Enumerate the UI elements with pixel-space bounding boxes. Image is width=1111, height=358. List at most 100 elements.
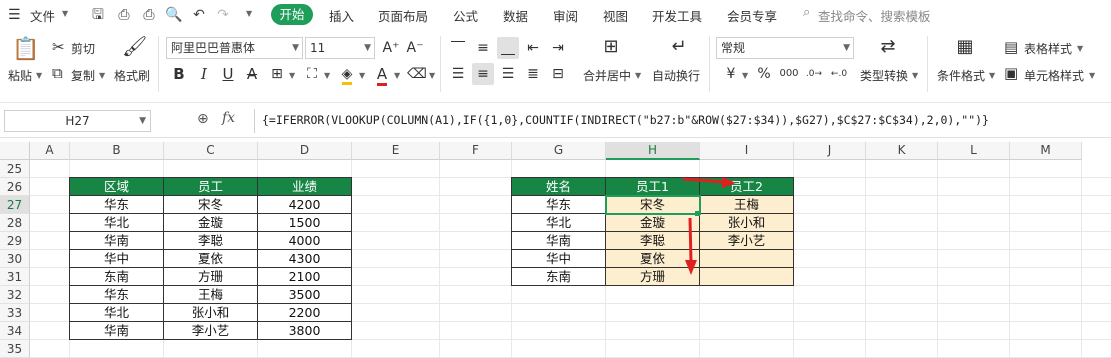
row-header-34[interactable]: 34	[0, 322, 30, 340]
chevron-down-icon[interactable]: ▼	[635, 71, 641, 80]
table1-header-cell[interactable]: 区域	[70, 178, 164, 196]
row-header-25[interactable]: 25	[0, 160, 30, 178]
align-middle-icon[interactable]: ≡	[472, 37, 494, 59]
table2-cell[interactable]: 东南	[512, 268, 606, 286]
column-header-b[interactable]: B	[70, 142, 164, 160]
underline-icon[interactable]: U	[217, 63, 239, 85]
chevron-down-icon[interactable]: ▼	[99, 71, 105, 80]
table1-cell[interactable]: 2100	[258, 268, 352, 286]
align-bottom-icon[interactable]: ⎽	[497, 37, 519, 59]
distribute-icon[interactable]: ⊟	[547, 63, 569, 85]
conditional-format-icon[interactable]: ▦	[952, 38, 978, 56]
save-icon[interactable]: 🖫	[89, 6, 107, 24]
tab-home[interactable]: 开始	[271, 4, 313, 25]
number-format-select[interactable]: 常规 ▼	[716, 37, 854, 59]
paste-button[interactable]: 粘贴	[8, 67, 32, 84]
copy-icon[interactable]: ⧉	[52, 64, 63, 82]
cell-style-icon[interactable]: ▣	[1004, 64, 1018, 82]
chevron-down-icon[interactable]: ▼	[429, 71, 435, 80]
row-header-28[interactable]: 28	[0, 214, 30, 232]
align-center-icon[interactable]: ≡	[472, 63, 494, 85]
merge-center-button[interactable]: 合并居中	[583, 67, 631, 84]
table1-header-cell[interactable]: 业绩	[258, 178, 352, 196]
font-name-select[interactable]: 阿里巴巴普惠体 ▼	[166, 37, 303, 59]
percent-icon[interactable]: %	[753, 63, 775, 85]
print-icon[interactable]: ⎙	[140, 6, 158, 24]
cut-button[interactable]: 剪切	[71, 40, 95, 57]
border-icon[interactable]: ⊞	[266, 63, 288, 85]
table1-cell[interactable]: 4300	[258, 250, 352, 268]
thousands-icon[interactable]: 000	[778, 63, 800, 85]
column-header-d[interactable]: D	[258, 142, 352, 160]
menu-icon[interactable]: ☰	[8, 6, 21, 24]
table2-cell[interactable]	[700, 250, 794, 268]
table2-cell[interactable]: 华北	[512, 214, 606, 232]
decrease-font-icon[interactable]: A⁻	[404, 37, 426, 59]
cell-style-button[interactable]: 单元格样式	[1024, 67, 1084, 84]
chevron-down-icon[interactable]: ▼	[324, 71, 330, 80]
tab-formulas[interactable]: 公式	[453, 6, 478, 25]
font-color-icon[interactable]: A	[371, 63, 393, 86]
format-painter-icon[interactable]: 🖌	[122, 36, 147, 56]
table1-cell[interactable]: 4000	[258, 232, 352, 250]
tab-review[interactable]: 审阅	[553, 6, 578, 25]
table1-cell[interactable]: 方珊	[164, 268, 258, 286]
justify-icon[interactable]: ≣	[522, 63, 544, 85]
table1-cell[interactable]: 3800	[258, 322, 352, 340]
column-header-g[interactable]: G	[512, 142, 606, 160]
italic-icon[interactable]: I	[193, 63, 215, 85]
zoom-icon[interactable]: ⊕	[197, 111, 209, 127]
row-header-29[interactable]: 29	[0, 232, 30, 250]
chevron-down-icon[interactable]: ▼	[1077, 44, 1083, 53]
table1-cell[interactable]: 张小和	[164, 304, 258, 322]
table2-header-cell[interactable]: 姓名	[512, 178, 606, 196]
chevron-down-icon[interactable]: ▼	[912, 71, 918, 80]
column-header-m[interactable]: M	[1010, 142, 1082, 160]
format-painter-button[interactable]: 格式刷	[114, 67, 150, 84]
table2-header-cell[interactable]: 员工2	[700, 178, 794, 196]
row-header-26[interactable]: 26	[0, 178, 30, 196]
table1-header-cell[interactable]: 员工	[164, 178, 258, 196]
decrease-indent-icon[interactable]: ⇤	[522, 37, 544, 59]
paste-icon[interactable]: 📋	[12, 37, 39, 63]
align-right-icon[interactable]: ☰	[497, 63, 519, 85]
chevron-down-icon[interactable]: ▼	[359, 71, 365, 80]
table-style-icon[interactable]: ▤	[1004, 38, 1018, 56]
column-header-f[interactable]: F	[440, 142, 512, 160]
tab-member[interactable]: 会员专享	[727, 6, 777, 25]
file-menu[interactable]: 文件	[30, 6, 55, 25]
conditional-format-button[interactable]: 条件格式	[937, 67, 985, 84]
clear-icon[interactable]: ⌫	[406, 63, 428, 85]
fill-pattern-icon[interactable]: ⛶	[301, 63, 323, 85]
table2-cell[interactable]	[700, 268, 794, 286]
type-convert-icon[interactable]: ⇄	[875, 38, 901, 56]
table1-cell[interactable]: 华北	[70, 214, 164, 232]
merge-center-icon[interactable]: ⊞	[598, 38, 624, 56]
table2-cell[interactable]: 张小和	[700, 214, 794, 232]
table1-cell[interactable]: 华东	[70, 196, 164, 214]
table2-cell[interactable]: 华东	[512, 196, 606, 214]
print-preview-icon[interactable]: 🔍	[165, 6, 183, 24]
redo-icon[interactable]: ↷	[214, 6, 232, 24]
row-header-32[interactable]: 32	[0, 286, 30, 304]
column-header-k[interactable]: K	[866, 142, 938, 160]
chevron-down-icon[interactable]: ▼	[742, 71, 748, 80]
column-header-e[interactable]: E	[352, 142, 440, 160]
align-left-icon[interactable]: ☰	[447, 63, 469, 85]
column-header-j[interactable]: J	[794, 142, 866, 160]
column-header-l[interactable]: L	[938, 142, 1010, 160]
strikethrough-icon[interactable]: A	[241, 63, 263, 85]
tab-data[interactable]: 数据	[503, 6, 528, 25]
table1-cell[interactable]: 华中	[70, 250, 164, 268]
table1-cell[interactable]: 李聪	[164, 232, 258, 250]
row-header-33[interactable]: 33	[0, 304, 30, 322]
column-header-c[interactable]: C	[164, 142, 258, 160]
cut-icon[interactable]: ✂	[52, 38, 65, 56]
table1-cell[interactable]: 金璇	[164, 214, 258, 232]
name-box[interactable]: H27 ▼	[4, 110, 151, 132]
table1-cell[interactable]: 2200	[258, 304, 352, 322]
table1-cell[interactable]: 夏依	[164, 250, 258, 268]
wrap-text-icon[interactable]: ↵	[666, 38, 692, 56]
column-header-a[interactable]: A	[30, 142, 70, 160]
decrease-decimal-icon[interactable]: ←.0	[828, 63, 850, 85]
